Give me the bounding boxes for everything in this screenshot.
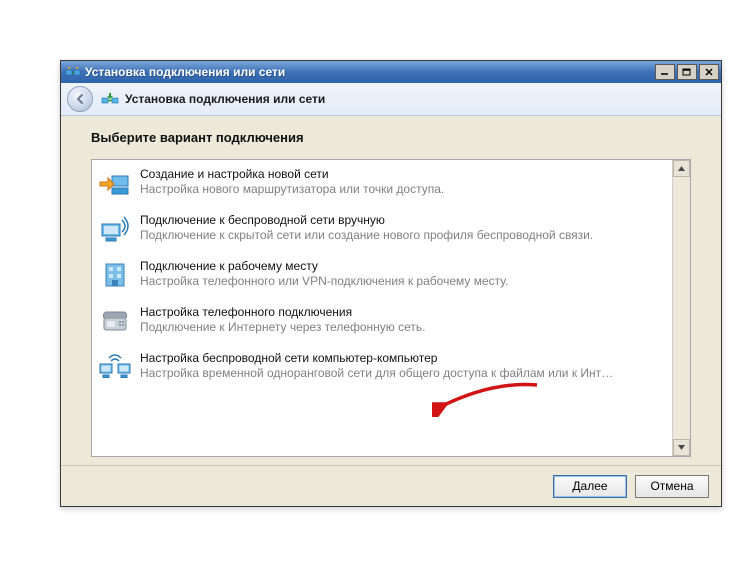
- options-list: Создание и настройка новой сети Настройк…: [92, 160, 672, 456]
- maximize-button[interactable]: [677, 64, 697, 80]
- content-area: Выберите вариант подключения Создание: [61, 116, 721, 465]
- scroll-track[interactable]: [673, 177, 690, 439]
- option-title: Создание и настройка новой сети: [140, 167, 666, 182]
- option-title: Настройка телефонного подключения: [140, 305, 666, 320]
- option-adhoc-wireless[interactable]: Настройка беспроводной сети компьютер-ко…: [92, 344, 672, 390]
- option-desc: Подключение к Интернету через телефонную…: [140, 320, 666, 335]
- back-button[interactable]: [67, 86, 93, 112]
- option-texts: Подключение к беспроводной сети вручную …: [140, 212, 666, 243]
- next-button[interactable]: Далее: [553, 475, 627, 498]
- option-title: Подключение к беспроводной сети вручную: [140, 213, 666, 228]
- option-title: Настройка беспроводной сети компьютер-ко…: [140, 351, 666, 366]
- adhoc-network-icon: [98, 350, 132, 384]
- option-desc: Настройка временной одноранговой сети дл…: [140, 366, 666, 381]
- option-dialup[interactable]: Настройка телефонного подключения Подклю…: [92, 298, 672, 344]
- option-texts: Настройка телефонного подключения Подклю…: [140, 304, 666, 335]
- scroll-down-button[interactable]: [673, 439, 690, 456]
- cancel-button[interactable]: Отмена: [635, 475, 709, 498]
- close-button[interactable]: [699, 64, 719, 80]
- cancel-button-label: Отмена: [650, 479, 693, 493]
- option-manual-wireless[interactable]: Подключение к беспроводной сети вручную …: [92, 206, 672, 252]
- option-desc: Подключение к скрытой сети или создание …: [140, 228, 666, 243]
- option-texts: Настройка беспроводной сети компьютер-ко…: [140, 350, 666, 381]
- instruction-text: Выберите вариант подключения: [91, 130, 691, 145]
- router-setup-icon: [98, 166, 132, 200]
- minimize-button[interactable]: [655, 64, 675, 80]
- option-title: Подключение к рабочему месту: [140, 259, 666, 274]
- option-create-new-network[interactable]: Создание и настройка новой сети Настройк…: [92, 160, 672, 206]
- window-title: Установка подключения или сети: [85, 65, 655, 79]
- app-icon: [65, 64, 81, 80]
- option-texts: Подключение к рабочему месту Настройка т…: [140, 258, 666, 289]
- vertical-scrollbar[interactable]: [672, 160, 690, 456]
- wireless-manual-icon: [98, 212, 132, 246]
- header-strip: Установка подключения или сети: [61, 83, 721, 116]
- next-button-label: Далее: [572, 479, 607, 493]
- phone-dialup-icon: [98, 304, 132, 338]
- option-texts: Создание и настройка новой сети Настройк…: [140, 166, 666, 197]
- option-connect-workplace[interactable]: Подключение к рабочему месту Настройка т…: [92, 252, 672, 298]
- option-desc: Настройка телефонного или VPN-подключени…: [140, 274, 666, 289]
- wizard-window: Установка подключения или сети: [60, 60, 722, 507]
- workplace-icon: [98, 258, 132, 292]
- options-list-frame: Создание и настройка новой сети Настройк…: [91, 159, 691, 457]
- page-title: Установка подключения или сети: [125, 92, 325, 106]
- window-controls: [655, 64, 719, 80]
- scroll-up-button[interactable]: [673, 160, 690, 177]
- titlebar: Установка подключения или сети: [61, 61, 721, 83]
- footer: Далее Отмена: [61, 465, 721, 506]
- network-setup-icon: [101, 90, 119, 108]
- option-desc: Настройка нового маршрутизатора или точк…: [140, 182, 666, 197]
